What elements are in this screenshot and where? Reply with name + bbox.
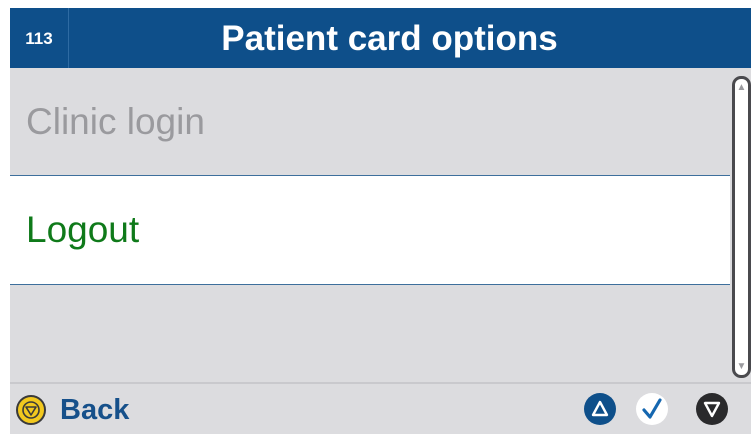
confirm-button[interactable] [636,393,668,425]
header-bar: 113 Patient card options [10,8,751,68]
screen: 113 Patient card options Clinic login Lo… [10,8,751,434]
confirm-check-icon [642,398,662,419]
scroll-down-icon[interactable]: ▼ [735,360,748,373]
up-icon [591,400,609,417]
down-button[interactable] [696,393,728,425]
list-item-logout[interactable]: Logout [10,176,730,285]
down-icon [703,401,721,418]
list-item-clinic-login: Clinic login [10,68,730,176]
up-button[interactable] [584,393,616,425]
options-list: Clinic login Logout [10,68,730,378]
back-button[interactable]: Back [16,390,129,430]
scroll-up-icon[interactable]: ▲ [735,81,748,94]
page-title: Patient card options [221,19,558,58]
back-label: Back [60,393,130,426]
stop-icon [16,395,46,425]
scrollbar[interactable]: ▲ ▼ [732,76,751,378]
list-item-label: Clinic login [26,101,205,142]
screen-number: 113 [10,8,69,68]
footer-bar: Back [10,382,751,434]
list-item-label: Logout [26,209,140,250]
